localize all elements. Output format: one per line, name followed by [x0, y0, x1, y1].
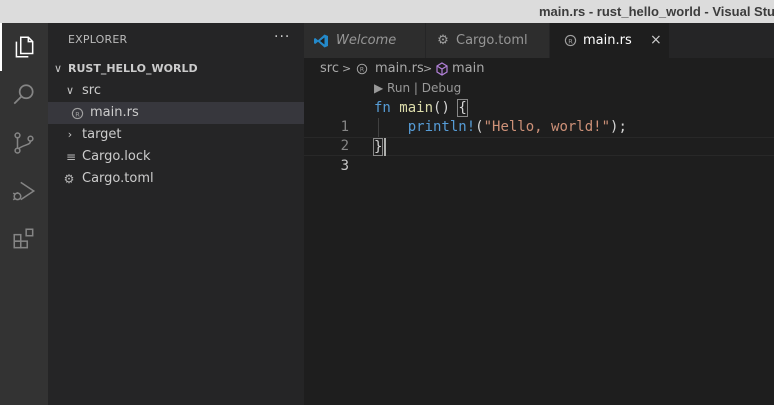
rust-file-icon: R: [70, 102, 84, 124]
activity-bar: [0, 23, 48, 405]
codelens-run-debug[interactable]: ▶ Run | Debug: [374, 81, 461, 95]
tree-item-target[interactable]: › target: [48, 124, 304, 146]
chevron-right-icon: ›: [67, 128, 73, 141]
explorer-icon: [15, 36, 34, 58]
tree-item-main-rs[interactable]: R main.rs: [48, 102, 304, 124]
root-folder-label: RUST_HELLO_WORLD: [68, 62, 198, 75]
tree-item-label: src: [82, 83, 101, 98]
more-actions-button[interactable]: ···: [274, 29, 290, 45]
activity-extensions[interactable]: [0, 215, 48, 263]
text-cursor: [384, 138, 386, 156]
code-token: println!: [407, 119, 476, 135]
code-token: );: [610, 119, 627, 135]
tree-item-cargo-lock[interactable]: ≡ Cargo.lock: [48, 146, 304, 168]
close-icon[interactable]: ×: [650, 23, 662, 58]
explorer-sidebar: EXPLORER ··· ∨ RUST_HELLO_WORLD ∨ src R …: [48, 23, 304, 405]
breadcrumb-src[interactable]: src: [320, 58, 339, 80]
tree-item-src[interactable]: ∨ src: [48, 80, 304, 102]
chevron-right-icon: >: [423, 62, 433, 75]
activity-explorer[interactable]: [0, 23, 48, 71]
svg-text:R: R: [568, 37, 573, 45]
code-token: (): [433, 100, 459, 116]
tree-item-cargo-toml[interactable]: ⚙ Cargo.toml: [48, 168, 304, 190]
lines-file-icon: ≡: [65, 150, 77, 164]
code-token: main: [399, 100, 434, 116]
rust-file-icon: R: [562, 23, 578, 58]
line-number: 3: [340, 158, 349, 174]
tree-item-label: main.rs: [90, 105, 139, 120]
code-token: {: [457, 99, 468, 117]
svg-text:R: R: [360, 67, 364, 74]
tree-item-label: Cargo.lock: [82, 149, 151, 164]
activity-source-control[interactable]: [0, 119, 48, 167]
run-debug-icon: [12, 181, 36, 201]
activity-run-debug[interactable]: [0, 167, 48, 215]
gear-icon: ⚙: [63, 172, 75, 186]
explorer-title: EXPLORER: [68, 33, 128, 46]
breadcrumb-main-rs[interactable]: main.rs: [375, 58, 424, 80]
tab-label: main.rs: [583, 33, 632, 48]
code-text: }: [372, 138, 384, 157]
tab-cargo-toml[interactable]: ⚙ Cargo.toml: [426, 23, 550, 58]
indent-guide: [378, 118, 379, 137]
breadcrumb: src > R main.rs > main: [304, 58, 774, 80]
breadcrumb-main[interactable]: main: [452, 58, 484, 80]
code-line-current: 3 }: [304, 137, 774, 174]
code-editor[interactable]: ▶ Run | Debug 1 fn main() { 2 println!("…: [304, 80, 774, 405]
tab-welcome[interactable]: Welcome: [304, 23, 426, 58]
chevron-down-icon: ∨: [53, 62, 63, 75]
code-line: 2 println!("Hello, world!");: [304, 118, 774, 154]
svg-text:R: R: [75, 110, 80, 118]
tree-item-label: Cargo.toml: [82, 171, 154, 186]
chevron-down-icon: ∨: [65, 84, 75, 97]
code-line: 1 fn main() {: [304, 99, 774, 135]
tab-main-rs[interactable]: R main.rs ×: [550, 23, 670, 58]
code-token: (: [475, 119, 484, 135]
chevron-right-icon: >: [342, 62, 352, 75]
source-control-icon: [14, 132, 34, 154]
explorer-root-folder[interactable]: ∨ RUST_HELLO_WORLD: [48, 58, 304, 80]
tree-item-label: target: [82, 127, 122, 142]
window-title: main.rs - rust_hello_world - Visual Stud…: [539, 4, 774, 19]
tab-label: Welcome: [336, 33, 397, 48]
code-token: "Hello, world!": [483, 119, 611, 135]
code-token: }: [372, 138, 384, 156]
gear-icon: ⚙: [437, 33, 449, 48]
extensions-icon: [13, 228, 34, 249]
code-token: fn: [374, 100, 391, 116]
title-bar: main.rs - rust_hello_world - Visual Stud…: [0, 0, 774, 23]
tab-label: Cargo.toml: [456, 33, 528, 48]
code-text: fn main() {: [374, 99, 468, 118]
code-text: println!("Hello, world!");: [374, 118, 627, 137]
vscode-logo-icon: [313, 23, 329, 58]
activity-search[interactable]: [0, 71, 48, 119]
search-icon: [13, 84, 34, 105]
explorer-header: EXPLORER ···: [48, 23, 304, 58]
editor-tabs: Welcome ⚙ Cargo.toml R main.rs ×: [304, 23, 774, 58]
